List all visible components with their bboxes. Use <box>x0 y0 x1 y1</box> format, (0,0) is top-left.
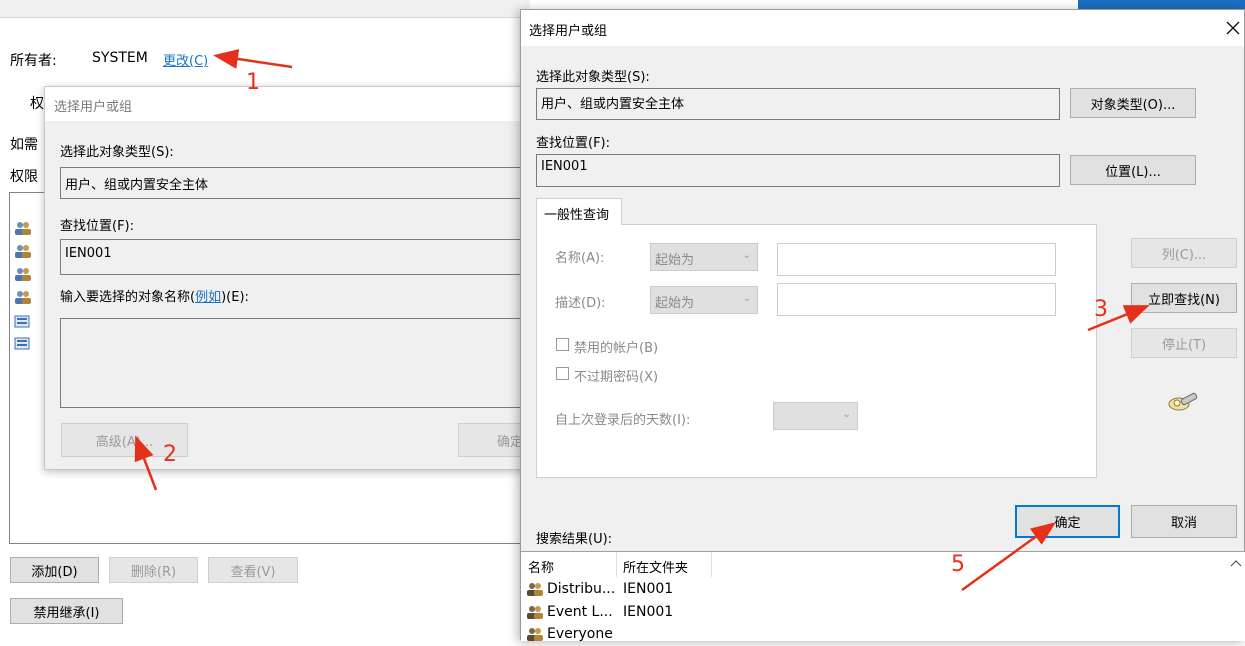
enter-names-prefix: 输入要选择的对象名称( <box>60 290 196 305</box>
description-mode-value: 起始为 <box>655 296 695 311</box>
annotation-number-1: 1 <box>246 70 260 95</box>
name-label: 名称(A): <box>555 251 605 266</box>
locations-button[interactable]: 位置(L)... <box>1070 155 1196 185</box>
row-name: Distribu... <box>547 581 616 597</box>
table-row[interactable]: Everyone <box>521 624 1221 646</box>
name-input[interactable] <box>777 243 1056 276</box>
bg-top-strip <box>0 0 530 18</box>
view-button[interactable]: 查看(V) <box>208 557 298 583</box>
chevron-down-icon: ⌄ <box>842 409 851 420</box>
object-type-label: 选择此对象类型(S): <box>536 70 650 85</box>
results-column-folder: 所在文件夹 <box>623 561 689 576</box>
annotation-number-5: 5 <box>951 552 965 577</box>
user-group-icon <box>527 628 543 641</box>
annotation-number-3: 3 <box>1094 297 1108 322</box>
stop-button[interactable]: 停止(T) <box>1131 328 1237 358</box>
table-row[interactable]: Event L... IEN001 <box>521 602 1221 624</box>
select-user-dialog: 选择用户或组 选择此对象类型(S): 用户、组或内置安全主体 对象类型(O)..… <box>520 9 1245 642</box>
cancel-button[interactable]: 取消 <box>1131 505 1237 538</box>
disable-inheritance-button[interactable]: 禁用继承(I) <box>10 598 123 624</box>
search-results-label: 搜索结果(U): <box>536 532 613 547</box>
annotation-number-2: 2 <box>163 442 177 467</box>
object-type-field: 用户、组或内置安全主体 <box>536 88 1060 120</box>
results-header-folder[interactable]: 所在文件夹 <box>617 552 712 577</box>
tab-common-queries[interactable]: 一般性查询 <box>536 198 622 225</box>
user-group-icon <box>15 222 31 235</box>
location-label: 查找位置(F): <box>60 219 135 234</box>
object-types-button[interactable]: 对象类型(O)... <box>1070 88 1196 118</box>
user-group-icon <box>15 245 31 258</box>
chevron-down-icon: ⌄ <box>742 293 751 304</box>
results-column-name: 名称 <box>528 561 555 576</box>
row-folder: IEN001 <box>623 604 674 620</box>
add-button[interactable]: 添加(D) <box>10 557 99 583</box>
tab-common-queries-label: 一般性查询 <box>544 208 610 223</box>
name-mode-value: 起始为 <box>655 253 695 268</box>
search-flashlight-icon <box>1168 392 1198 411</box>
enter-names-suffix: )(E): <box>221 290 249 305</box>
row-name: Event L... <box>547 604 613 620</box>
non-expiring-password-label: 不过期密码(X) <box>574 370 659 385</box>
location-field: IEN001 <box>60 239 531 275</box>
dialog-titlebar <box>521 10 1244 46</box>
common-queries-panel: 名称(A): 起始为 ⌄ 描述(D): 起始为 ⌄ 禁用的帐户(B) 不过期密码… <box>536 224 1097 478</box>
dialog-title: 选择用户或组 <box>529 24 608 39</box>
chevron-down-icon: ⌄ <box>742 250 751 261</box>
owner-label: 所有者: <box>10 53 57 69</box>
object-names-input[interactable] <box>60 318 531 408</box>
close-icon[interactable] <box>1226 21 1240 35</box>
description-label: 描述(D): <box>555 296 606 311</box>
ok-button[interactable]: 确定 <box>1015 505 1120 538</box>
name-mode-select[interactable]: 起始为 ⌄ <box>650 243 758 271</box>
computer-icon <box>14 315 30 328</box>
object-type-field: 用户、组或内置安全主体 <box>60 167 531 199</box>
non-expiring-password-checkbox[interactable] <box>556 367 569 380</box>
permissions-text-fragment: 权限 <box>10 169 38 185</box>
find-now-button[interactable]: 立即查找(N) <box>1131 283 1237 313</box>
tab-permissions-fragment[interactable]: 权 <box>30 93 44 113</box>
computer-icon <box>14 337 30 350</box>
user-group-icon <box>15 291 31 304</box>
location-label: 查找位置(F): <box>536 136 611 151</box>
user-group-icon <box>527 606 543 619</box>
days-since-logon-label: 自上次登录后的天数(I): <box>555 413 691 428</box>
user-group-icon <box>527 583 543 596</box>
examples-link[interactable]: 例如 <box>195 290 221 305</box>
disabled-accounts-label: 禁用的帐户(B) <box>574 341 659 356</box>
object-type-label: 选择此对象类型(S): <box>60 145 174 160</box>
days-since-logon-select[interactable]: ⌄ <box>773 402 858 430</box>
search-results-list[interactable]: 名称 所在文件夹 Distribu... IEN001 Event L... I… <box>521 551 1245 642</box>
select-user-dialog-inactive: 选择用户或组 选择此对象类型(S): 用户、组或内置安全主体 查找位置(F): … <box>44 86 531 470</box>
owner-change-link[interactable]: 更改(C) <box>163 50 208 69</box>
description-input[interactable] <box>777 283 1056 316</box>
results-header-name[interactable]: 名称 <box>521 552 617 577</box>
location-field: IEN001 <box>536 154 1060 187</box>
row-folder: IEN001 <box>623 581 674 597</box>
inactive-dialog-title: 选择用户或组 <box>54 100 133 115</box>
user-group-icon <box>15 268 31 281</box>
disabled-accounts-checkbox[interactable] <box>556 338 569 351</box>
enter-names-label: 输入要选择的对象名称(例如)(E): <box>60 286 249 305</box>
scroll-up-icon[interactable] <box>1230 558 1242 568</box>
info-text-fragment: 如需 <box>10 137 38 153</box>
owner-value: SYSTEM <box>92 50 148 66</box>
table-row[interactable]: Distribu... IEN001 <box>521 579 1221 601</box>
remove-button[interactable]: 删除(R) <box>109 557 198 583</box>
description-mode-select[interactable]: 起始为 ⌄ <box>650 286 758 314</box>
columns-button[interactable]: 列(C)... <box>1131 238 1237 268</box>
